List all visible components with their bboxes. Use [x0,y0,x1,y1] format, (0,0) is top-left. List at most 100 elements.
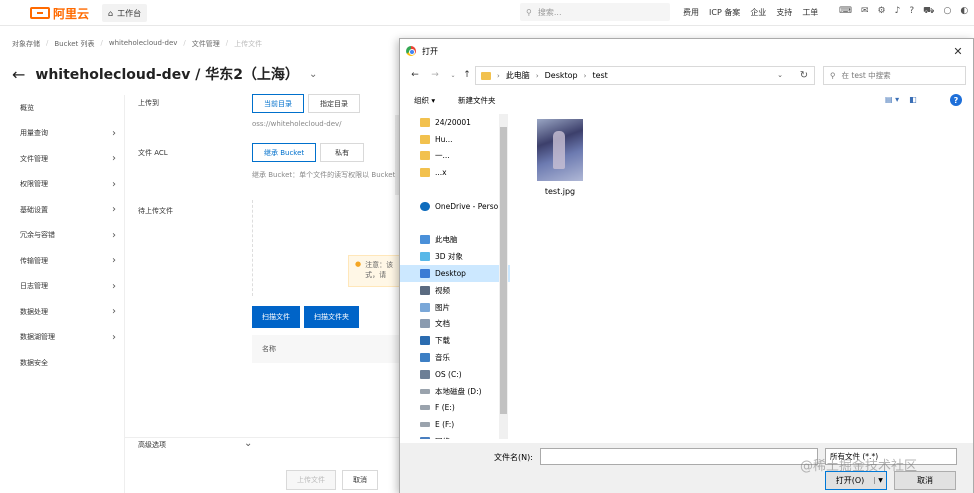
lightbulb-icon[interactable]: ○ [943,6,951,17]
console-search[interactable]: ⚲ 搜索... [520,3,670,21]
top-nav-fees[interactable]: 费用 [683,7,699,18]
avatar-icon[interactable]: ◐ [960,6,968,17]
menu-item[interactable]: 用量查询 › [0,121,124,147]
tree-scrollbar-thumb[interactable] [500,127,507,414]
chevron-right-icon: › [112,204,116,216]
organize-button[interactable]: 组织 ▾ [414,95,435,106]
top-nav-icp[interactable]: ICP 备案 [709,7,740,18]
search-icon: ⚲ [830,71,836,80]
acl-private-option[interactable]: 私有 [320,143,365,162]
chevron-down-icon[interactable]: ▼ [874,477,886,484]
tools-icon[interactable]: ⚙ [878,6,886,17]
top-icons: ⌨ ✉ ⚙ ♪ ? ⛟ ○ ◐ [839,6,968,17]
tree-item[interactable]: 本地磁盘 (D:) [400,383,510,400]
address-bar[interactable]: › 此电脑 › Desktop › test [475,66,815,85]
menu-item[interactable]: 数据湖管理 › [0,325,124,351]
menu-item-label: 日志管理 [20,282,48,291]
tree-item[interactable]: ...x [400,164,510,181]
close-icon[interactable]: ✕ [946,42,970,60]
menu-item[interactable]: 日志管理 › [0,274,124,300]
up-icon[interactable]: ↑ [460,67,474,83]
menu-item[interactable]: 传输管理 › [0,248,124,274]
menu-item[interactable]: 数据处理 › [0,299,124,325]
console-cancel-button[interactable]: 取消 [342,470,378,490]
menu-item[interactable]: 冗余与容错 › [0,223,124,249]
top-nav-ticket[interactable]: 工单 [802,7,818,18]
acl-inherit-option[interactable]: 继承 Bucket [252,143,317,162]
address-test[interactable]: test [592,71,607,80]
chevron-down-icon[interactable]: ⌄ [244,438,252,449]
dialog-search-input[interactable]: ⚲ 在 test 中搜索 [823,66,966,85]
top-nav-support[interactable]: 支持 [776,7,792,18]
forward-icon[interactable]: → [428,67,442,83]
menu-item[interactable]: 基础设置 › [0,197,124,223]
bell-icon[interactable]: ♪ [895,6,901,17]
address-desktop[interactable]: Desktop [545,71,578,80]
search-placeholder: 搜索... [537,7,562,17]
terminal-icon[interactable]: ⌨ [839,6,852,17]
view-mode-icon[interactable]: ▤ ▾ [885,95,899,104]
help-icon[interactable]: ? [909,6,914,17]
address-dropdown-icon[interactable]: ⌄ [773,66,787,83]
back-arrow-icon[interactable]: ← [12,65,25,84]
mail-icon[interactable]: ✉ [861,6,869,17]
workbench-button[interactable]: ⌂ 工作台 [102,4,148,22]
tree-item[interactable] [400,181,510,198]
back-icon[interactable]: ← [408,67,422,83]
new-folder-button[interactable]: 新建文件夹 [458,95,496,106]
help-icon[interactable]: ? [950,94,962,106]
tree-item[interactable]: F (E:) [400,400,510,417]
menu-item[interactable]: 权限管理 › [0,172,124,198]
file-item[interactable]: test.jpg [530,119,590,196]
cart-icon[interactable]: ⛟ [923,6,934,17]
filename-input[interactable] [540,448,818,465]
menu-item[interactable]: 概览 [0,95,124,121]
tree-item[interactable]: 网络 [400,433,510,439]
refresh-icon[interactable]: ↻ [795,66,813,85]
tree-item[interactable]: 音乐 [400,349,510,366]
tree-item[interactable]: Desktop [400,265,510,282]
aliyun-logo[interactable]: 阿里云 [30,5,89,21]
tree-item[interactable]: OneDrive - Perso [400,198,510,215]
breadcrumb-file-mgmt[interactable]: 文件管理 [192,39,220,49]
address-this-pc[interactable]: 此电脑 [506,70,530,81]
tree-item[interactable]: E (F:) [400,416,510,433]
breadcrumb-oss[interactable]: 对象存储 [12,39,40,49]
folder-icon [481,71,491,80]
upload-file-button[interactable]: 上传文件 [286,470,336,490]
chevron-right-icon: › [112,127,116,139]
preview-pane-icon[interactable]: ◧ [909,95,917,104]
tree-item[interactable]: 此电脑 [400,232,510,249]
tree-item[interactable] [400,215,510,232]
menu-item[interactable]: 文件管理 › [0,146,124,172]
chevron-right-icon: › [112,306,116,318]
specified-dir-option[interactable]: 指定目录 [308,94,360,113]
breadcrumb-bucket[interactable]: whiteholecloud-dev [109,39,178,49]
tree-item[interactable]: OS (C:) [400,366,510,383]
breadcrumb-bucket-list[interactable]: Bucket 列表 [54,39,94,49]
menu-item-label: 权限管理 [20,180,48,189]
tree-item[interactable]: 24/20001 [400,114,510,131]
menu-item-label: 数据湖管理 [20,333,55,342]
nav-row: ← → ⌄ ↑ › 此电脑 › Desktop › test ⌄ ↻ ⚲ 在 t… [400,65,973,87]
pictures-icon [420,302,430,312]
tree-item[interactable]: 图片 [400,299,510,316]
menu-item-label: 数据安全 [20,358,48,367]
tree-item[interactable]: 下载 [400,332,510,349]
chevron-down-icon[interactable]: ⌄ [309,69,317,80]
scan-folder-button[interactable]: 扫描文件夹 [304,306,359,328]
scan-files-button[interactable]: 扫描文件 [252,306,300,328]
top-nav-enterprise[interactable]: 企业 [750,7,766,18]
advanced-options-label[interactable]: 高级选项 [138,440,166,450]
recent-dropdown-icon[interactable]: ⌄ [446,67,460,83]
tree-item[interactable]: Hu... [400,131,510,148]
tree-item-label: 网络 [435,436,450,439]
tree-item[interactable]: 视频 [400,282,510,299]
menu-item[interactable]: 数据安全 [0,350,124,376]
current-dir-option[interactable]: 当前目录 [252,94,304,113]
tree-item[interactable]: 3D 对象 [400,248,510,265]
tree-item-label: 图片 [435,302,450,312]
tree-item-label: F (E:) [435,403,455,413]
tree-item[interactable]: 一... [400,148,510,165]
tree-item[interactable]: 文档 [400,316,510,333]
